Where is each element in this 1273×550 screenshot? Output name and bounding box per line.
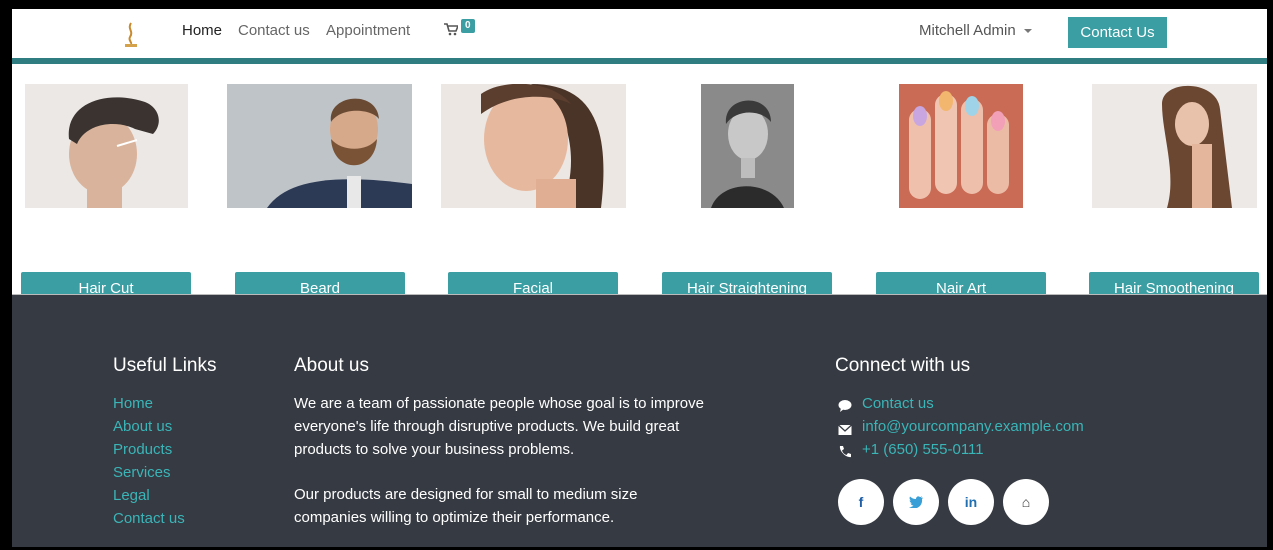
linkedin-icon[interactable]: in — [948, 479, 994, 525]
connect-phone-link[interactable]: +1 (650) 555-0111 — [862, 441, 984, 458]
user-menu[interactable]: Mitchell Admin — [919, 22, 1032, 39]
useful-links-title: Useful Links — [113, 355, 217, 376]
top-navbar: Home Contact us Appointment 0 Mitchell A… — [12, 9, 1267, 58]
footer-link-services[interactable]: Services — [113, 464, 171, 481]
about-line: Our products are designed for small to m… — [294, 486, 638, 503]
twitter-icon[interactable] — [893, 479, 939, 525]
twitter-bird-icon — [909, 496, 923, 508]
about-us-paragraph-1: We are a team of passionate people whose… — [294, 392, 704, 461]
comment-icon — [838, 400, 852, 412]
connect-email-link[interactable]: info@yourcompany.example.com — [862, 418, 1084, 435]
footer-link-products[interactable]: Products — [113, 441, 172, 458]
chevron-down-icon — [1023, 29, 1032, 34]
service-image-nail-art[interactable] — [899, 84, 1023, 208]
user-name: Mitchell Admin — [919, 22, 1016, 39]
about-us-title: About us — [294, 355, 369, 376]
service-image-beard[interactable] — [227, 84, 412, 208]
footer-link-about-us[interactable]: About us — [113, 418, 172, 435]
service-image-facial[interactable] — [441, 84, 626, 208]
services-section: Hair Cut Beard Facial Hair Straightening… — [12, 64, 1267, 305]
phone-icon — [839, 446, 851, 458]
brand-logo-icon[interactable] — [122, 21, 140, 49]
connect-contact-link[interactable]: Contact us — [862, 395, 934, 412]
about-line: companies willing to optimize their perf… — [294, 509, 615, 526]
nav-home[interactable]: Home — [182, 22, 222, 39]
service-image-hair-smoothening[interactable] — [1092, 84, 1257, 208]
cart-count-badge: 0 — [461, 19, 475, 33]
footer-link-legal[interactable]: Legal — [113, 487, 150, 504]
page-frame: Home Contact us Appointment 0 Mitchell A… — [12, 9, 1267, 547]
nav-contact-us[interactable]: Contact us — [238, 22, 310, 39]
service-image-hair-straightening[interactable] — [701, 84, 794, 208]
about-line: products to solve your business problems… — [294, 441, 575, 458]
connect-title: Connect with us — [835, 355, 971, 376]
contact-us-button[interactable]: Contact Us — [1068, 17, 1167, 48]
footer-link-home[interactable]: Home — [113, 395, 153, 412]
about-line: We are a team of passionate people whose… — [294, 395, 704, 412]
about-us-paragraph-2: Our products are designed for small to m… — [294, 483, 637, 529]
cart-icon[interactable] — [444, 23, 458, 36]
home-icon[interactable]: ⌂ — [1003, 479, 1049, 525]
nav-appointment[interactable]: Appointment — [326, 22, 410, 39]
facebook-icon[interactable]: f — [838, 479, 884, 525]
footer-link-contact-us[interactable]: Contact us — [113, 510, 185, 527]
envelope-icon — [838, 424, 852, 435]
service-image-hair-cut[interactable] — [25, 84, 188, 208]
page-footer: Useful Links Home About us Products Serv… — [12, 294, 1267, 547]
about-line: everyone's life through disruptive produ… — [294, 418, 680, 435]
